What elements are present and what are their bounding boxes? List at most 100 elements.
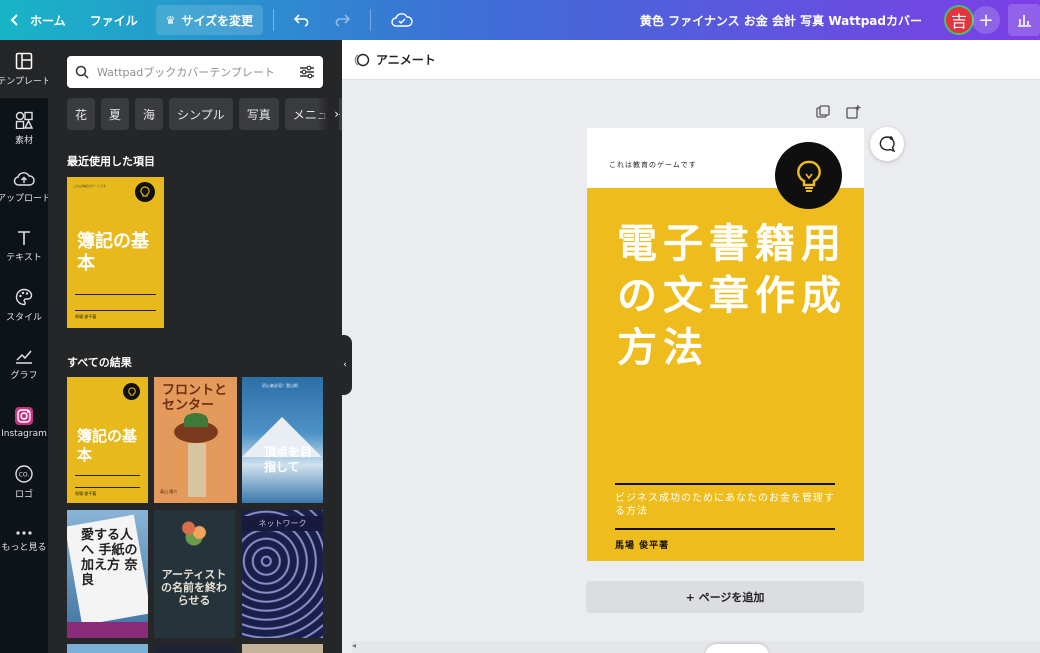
- left-rail: テンプレート 素材 アップロード テキスト スタイル グラフ Instagram…: [0, 40, 48, 653]
- pages-panel-toggle[interactable]: [705, 644, 769, 653]
- thumb-divider: [75, 475, 140, 476]
- template-search-input[interactable]: Wattpadブックカバーテンプレート: [67, 56, 323, 88]
- thumb-title: 簿記の基本: [77, 427, 138, 464]
- result-thumb-love-letter[interactable]: 愛する人へ 手紙の加え方 奈良: [67, 510, 148, 638]
- rail-label: グラフ: [10, 370, 38, 381]
- search-icon: [75, 65, 89, 79]
- search-placeholder: Wattpadブックカバーテンプレート: [97, 66, 275, 79]
- flower-hat-illustration: [184, 413, 208, 427]
- result-thumb-network[interactable]: ネットワーク: [242, 510, 323, 638]
- chip-photo[interactable]: 写真: [238, 98, 279, 130]
- cover-title[interactable]: 電子書籍用の文章作成方法: [617, 218, 847, 374]
- cover-hint-text[interactable]: これは教育のゲームです: [609, 160, 697, 170]
- result-thumb-summit[interactable]: 初心者必見！登山術 頂点を目指して: [242, 377, 323, 503]
- top-toolbar: ホーム ファイル ♛ サイズを変更 黄色 ファイナンス お金 会計 写真 Wat…: [0, 0, 1040, 40]
- rail-label: Instagram: [1, 429, 47, 439]
- chevron-left-icon: [10, 14, 18, 26]
- cover-divider: [615, 483, 835, 485]
- result-thumb-artist[interactable]: アーティストの名前を終わらせる: [154, 510, 235, 638]
- scroll-left-icon[interactable]: ◂: [352, 641, 356, 650]
- thumb-title: フロントとセンター: [162, 383, 228, 413]
- thumb-divider: [75, 310, 156, 311]
- upload-icon: [13, 171, 35, 186]
- lightbulb-icon: [123, 383, 140, 400]
- crown-icon: ♛: [165, 13, 176, 27]
- lightbulb-icon: [135, 182, 155, 202]
- rail-label: アップロード: [0, 193, 48, 204]
- text-icon: [18, 230, 30, 245]
- file-menu-button[interactable]: ファイル: [80, 5, 148, 35]
- flower-illustration: [176, 516, 212, 546]
- avatar[interactable]: 吉: [944, 5, 974, 35]
- add-comment-button[interactable]: [870, 127, 904, 161]
- result-thumb-bookkeeping[interactable]: 簿記の基本 馬場 俊平著: [67, 377, 148, 503]
- chip-flower[interactable]: 花: [67, 98, 96, 130]
- chip-sea[interactable]: 海: [135, 98, 164, 130]
- rail-item-uploads[interactable]: アップロード: [0, 158, 48, 216]
- design-page[interactable]: これは教育のゲームです 電子書籍用の文章作成方法 ビジネス成功のためにあなたのお…: [587, 128, 864, 561]
- rail-label: 素材: [14, 135, 33, 146]
- recent-section-title: 最近使用した項目: [67, 155, 155, 168]
- add-page-icon[interactable]: [845, 104, 861, 120]
- rail-item-elements[interactable]: 素材: [0, 99, 48, 157]
- thumb-author: 真山 陽介: [160, 489, 178, 494]
- thumb-hint: これは簿記のゲームです: [73, 184, 106, 188]
- rail-label: ロゴ: [14, 489, 33, 500]
- redo-button[interactable]: [322, 5, 360, 35]
- rail-label: テキスト: [6, 252, 42, 263]
- all-results-section-title: すべての結果: [67, 356, 132, 369]
- resize-button[interactable]: ♛ サイズを変更: [155, 5, 264, 35]
- cover-divider: [615, 528, 835, 530]
- result-thumb-front-center[interactable]: フロントとセンター 真山 陽介: [154, 377, 237, 503]
- category-chips: 花 夏 海 シンプル 写真 メニュー: [67, 98, 342, 130]
- resize-label: サイズを変更: [181, 13, 254, 28]
- animate-button[interactable]: アニメート: [376, 51, 436, 68]
- thumb-divider: [75, 487, 140, 488]
- chip-summer[interactable]: 夏: [101, 98, 130, 130]
- document-title[interactable]: 黄色 ファイナンス お金 会計 写真 Wattpadカバー: [640, 0, 922, 40]
- rail-item-styles[interactable]: スタイル: [0, 276, 48, 334]
- duplicate-page-icon[interactable]: [815, 104, 831, 120]
- comment-plus-icon: [879, 136, 896, 153]
- animate-icon: [354, 53, 370, 66]
- svg-text:CO.: CO.: [19, 471, 30, 478]
- instagram-icon: [15, 407, 33, 425]
- add-collaborator-button[interactable]: +: [972, 6, 1000, 34]
- more-results-row: [67, 644, 323, 653]
- home-button[interactable]: ホーム: [0, 0, 76, 40]
- rail-item-templates[interactable]: テンプレート: [0, 40, 48, 98]
- rail-item-more[interactable]: もっと見る: [0, 512, 48, 570]
- toolbar-divider: [370, 9, 372, 31]
- collapse-panel-button[interactable]: ‹: [338, 335, 352, 395]
- logo-icon: CO.: [15, 464, 33, 483]
- undo-icon: [294, 14, 309, 27]
- rail-item-charts[interactable]: グラフ: [0, 335, 48, 393]
- cloud-check-icon: [391, 13, 413, 27]
- chips-scroll-right-icon[interactable]: ›: [317, 98, 339, 130]
- bar-chart-icon: [1018, 15, 1031, 27]
- filter-sliders-icon[interactable]: [299, 65, 315, 79]
- chip-simple[interactable]: シンプル: [169, 98, 233, 130]
- rail-item-logos[interactable]: CO. ロゴ: [0, 453, 48, 511]
- rail-label: もっと見る: [1, 542, 47, 553]
- recent-template-thumb[interactable]: これは簿記のゲームです 簿記の基本 馬場 俊平著: [67, 177, 164, 328]
- rail-item-text[interactable]: テキスト: [0, 217, 48, 275]
- chart-icon: [16, 350, 32, 364]
- chevron-left-icon: ‹: [343, 360, 347, 370]
- insights-button[interactable]: [1008, 4, 1040, 36]
- redo-icon: [335, 14, 351, 27]
- horizontal-scrollbar[interactable]: ◂: [352, 641, 1040, 653]
- rail-item-instagram[interactable]: Instagram: [0, 394, 48, 452]
- undo-button[interactable]: [284, 5, 322, 35]
- thumb-title: 愛する人へ 手紙の加え方 奈良: [81, 528, 138, 588]
- lightbulb-icon[interactable]: [775, 142, 842, 209]
- thumb-title: 簿記の基本: [77, 231, 149, 274]
- add-page-button[interactable]: + ページを追加: [586, 581, 864, 613]
- rail-label: スタイル: [5, 312, 42, 323]
- cover-author[interactable]: 馬場 俊平著: [615, 538, 669, 551]
- thumb-title: 頂点を目指して: [264, 445, 313, 474]
- cover-subtitle[interactable]: ビジネス成功のためにあなたのお金を管理する方法: [615, 492, 845, 518]
- save-status-button[interactable]: [381, 5, 423, 35]
- thumb-small-text: 初心者必見！登山術: [262, 383, 298, 388]
- thumb-divider: [75, 294, 156, 295]
